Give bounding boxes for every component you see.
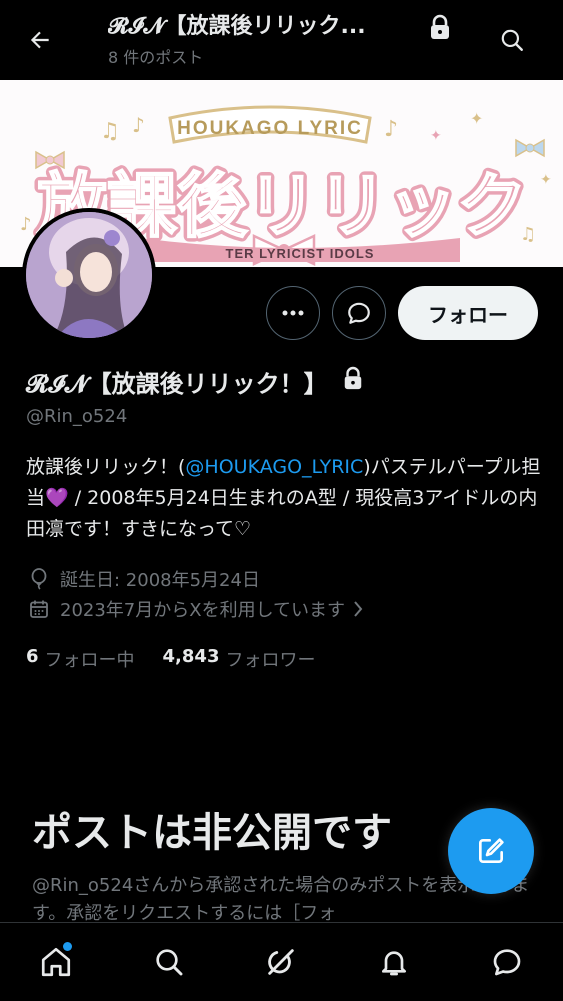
follow-counts: 6 フォロー中 4,843 フォロワー (26, 646, 315, 672)
follow-button[interactable]: フォロー (398, 286, 538, 340)
compose-icon (479, 838, 504, 863)
avatar-photo (26, 212, 152, 338)
private-notice-description: @Rin_o524さんから承認された場合のみポストを表示できます。承認をリクエス… (32, 875, 530, 924)
header-title: 𝓡𝓘𝓝【放課後リリック... (108, 14, 366, 39)
handle: @Rin_o524 (26, 406, 128, 427)
balloon-icon (28, 568, 50, 590)
search-icon (501, 29, 523, 51)
post-count: 8 件のポスト (108, 48, 204, 67)
message-button[interactable] (332, 286, 386, 340)
avatar[interactable] (22, 208, 156, 342)
nav-grok[interactable] (251, 932, 311, 992)
more-icon (282, 310, 304, 316)
following-label[interactable]: フォロー中 (45, 646, 135, 672)
following-count[interactable]: 6 (26, 646, 39, 672)
back-button[interactable] (20, 22, 60, 58)
message-icon (348, 302, 370, 324)
joined-row[interactable]: 2023年7月からXを利用しています (28, 596, 363, 622)
followers-label[interactable]: フォロワー (225, 646, 315, 672)
private-notice-title: ポストは非公開です (32, 810, 392, 856)
svg-text:✦: ✦ (470, 109, 483, 128)
chevron-right-icon (353, 601, 363, 617)
top-bar: 𝓡𝓘𝓝【放課後リリック... 8 件のポスト (0, 0, 563, 80)
header-title-area: 𝓡𝓘𝓝【放課後リリック... 8 件のポスト (108, 8, 438, 68)
svg-text:♫: ♫ (100, 119, 120, 144)
birthday-text: 誕生日: 2008年5月24日 (60, 570, 260, 591)
svg-text:♪: ♪ (132, 113, 145, 137)
svg-text:♪: ♪ (20, 214, 32, 235)
calendar-icon (28, 598, 50, 620)
bio-text-end: / 2008年5月24日生まれのA型 / 現役高3アイドルの内田凛です！すきにな… (26, 487, 538, 540)
lock-icon (428, 14, 452, 46)
svg-text:✦: ✦ (540, 172, 552, 188)
bio-text-start: 放課後リリック！( (26, 456, 186, 478)
chat-icon (493, 949, 521, 976)
grok-icon (268, 949, 295, 975)
svg-text:♪: ♪ (384, 117, 398, 142)
bio: 放課後リリック！(@HOUKAGO_LYRIC)パステルパープル担当💜 / 20… (26, 452, 541, 545)
bio-mention-link[interactable]: @HOUKAGO_LYRIC (185, 456, 363, 478)
search-button[interactable] (493, 22, 531, 58)
nav-search[interactable] (139, 932, 199, 992)
bottom-nav (0, 922, 563, 1001)
purple-heart-emoji: 💜 (45, 487, 69, 509)
arrow-left-icon (30, 31, 49, 49)
display-name-row: 𝓡𝓘𝓝【放課後リリック！】 (26, 364, 364, 399)
svg-text:✦: ✦ (430, 128, 442, 144)
svg-text:TER LYRICIST IDOLS: TER LYRICIST IDOLS (226, 246, 375, 261)
svg-text:HOUKAGO LYRIC: HOUKAGO LYRIC (177, 118, 363, 139)
nav-home[interactable] (26, 932, 86, 992)
display-name: 𝓡𝓘𝓝【放課後リリック！】 (26, 370, 328, 398)
nav-notifications[interactable] (364, 932, 424, 992)
search-icon (156, 949, 183, 976)
bell-icon (382, 951, 407, 976)
more-button[interactable] (266, 286, 320, 340)
nav-messages[interactable] (477, 932, 537, 992)
followers-count[interactable]: 4,843 (163, 646, 220, 672)
birthday-row: 誕生日: 2008年5月24日 (28, 566, 260, 592)
compose-button[interactable] (448, 808, 534, 894)
joined-text: 2023年7月からXを利用しています (60, 600, 346, 621)
protected-lock-icon (342, 366, 364, 398)
